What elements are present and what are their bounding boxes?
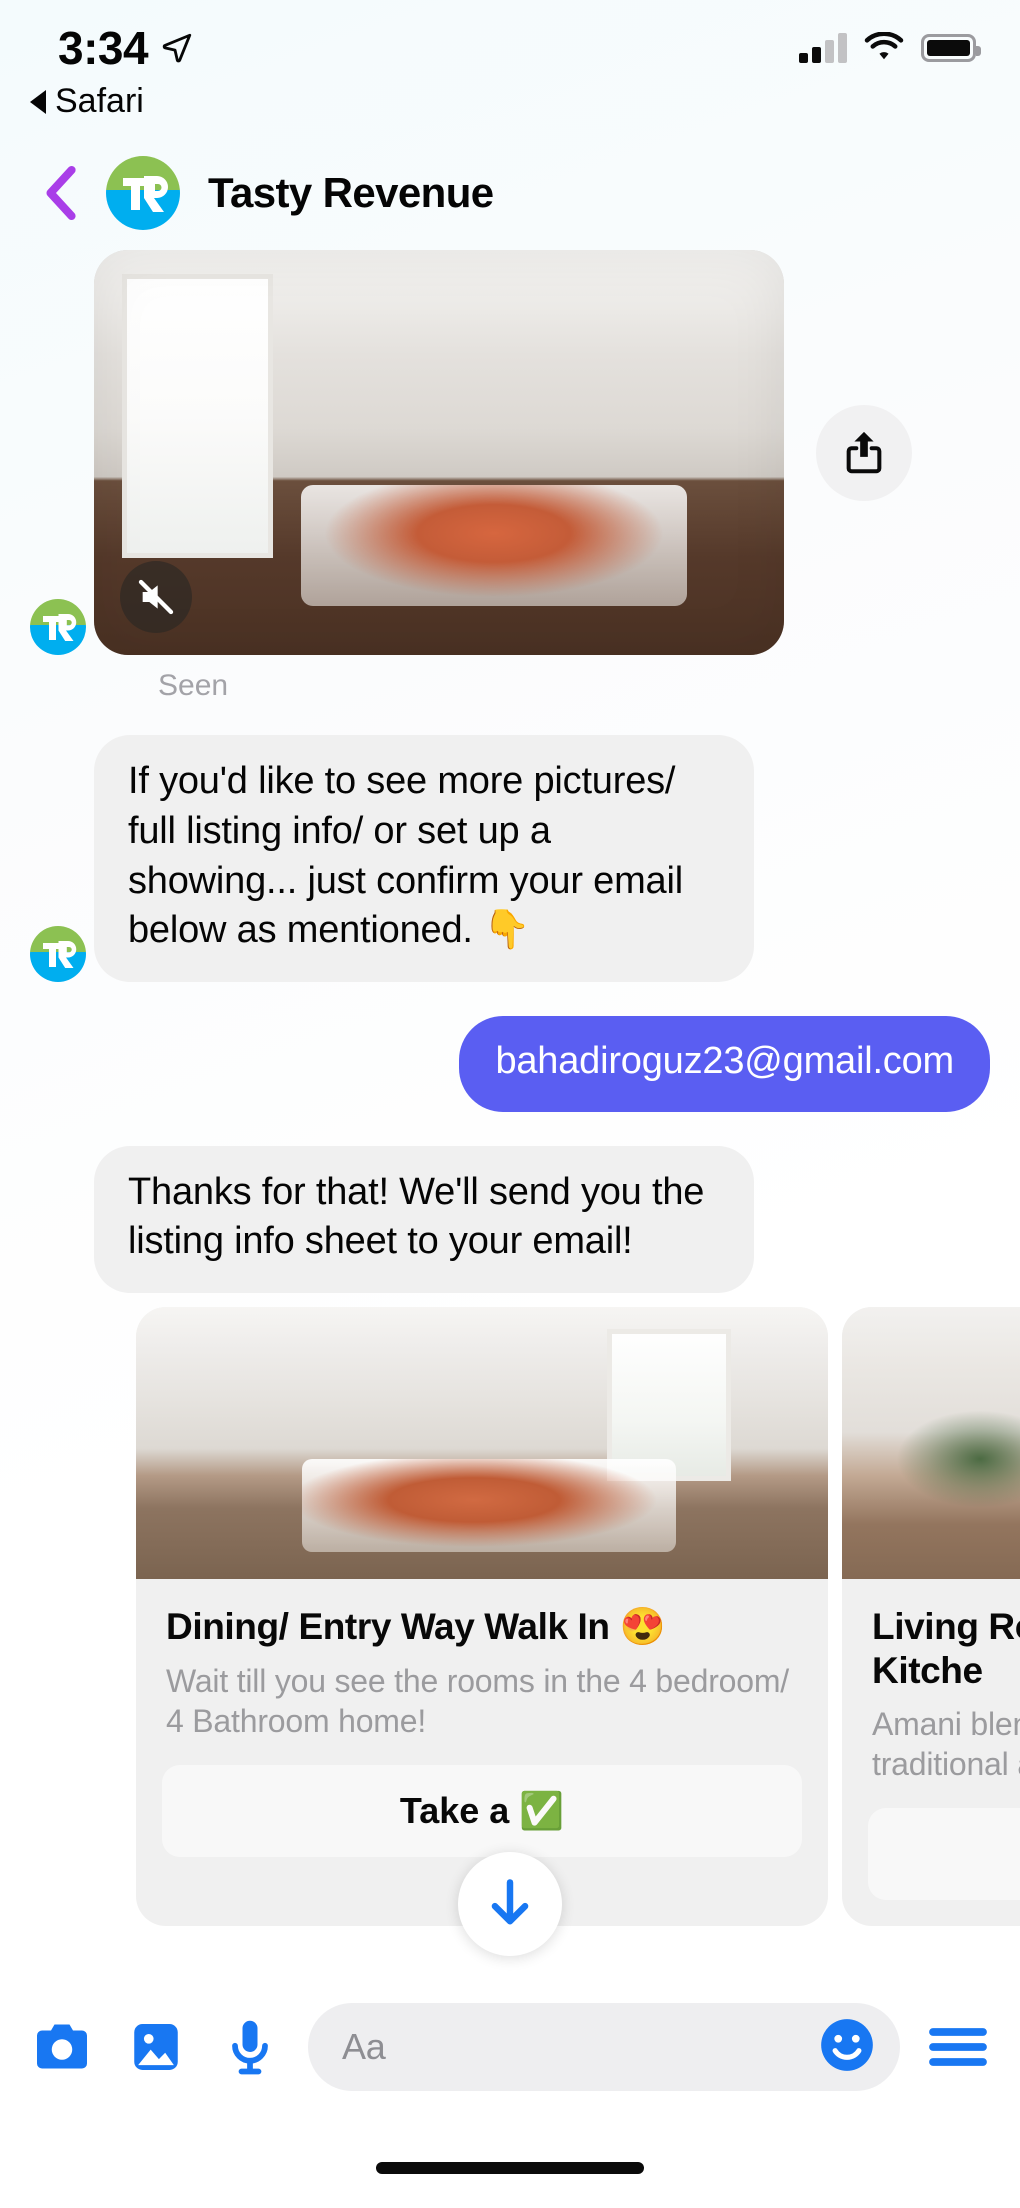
status-bar-time: 3:34 bbox=[58, 22, 149, 74]
microphone-button[interactable] bbox=[214, 2011, 286, 2083]
smiley-face-icon bbox=[821, 2018, 873, 2071]
microphone-icon bbox=[232, 2020, 268, 2075]
battery-full-icon bbox=[921, 34, 981, 62]
message-row-video bbox=[0, 250, 1020, 655]
page-title: Tasty Revenue bbox=[208, 169, 494, 216]
carousel-card[interactable]: Dining/ Entry Way Walk In 😍 Wait till yo… bbox=[136, 1307, 828, 1927]
chat-header: Tasty Revenue bbox=[0, 140, 1020, 246]
wifi-icon bbox=[864, 32, 904, 60]
tr-logo-icon bbox=[43, 614, 77, 641]
tr-logo-icon bbox=[123, 176, 168, 212]
message-row-incoming: Thanks for that! We'll send you the list… bbox=[0, 1145, 1020, 1294]
status-badge: Seen bbox=[158, 669, 229, 702]
listing-carousel[interactable]: Dining/ Entry Way Walk In 😍 Wait till yo… bbox=[0, 1307, 1020, 1927]
share-upload-icon bbox=[846, 431, 882, 473]
speaker-muted-glyph bbox=[138, 579, 174, 615]
card-body: Dining/ Entry Way Walk In 😍 Wait till yo… bbox=[136, 1579, 828, 1745]
message-composer: Aa bbox=[0, 1978, 1020, 2116]
photo-gallery-icon bbox=[134, 2024, 178, 2070]
card-subtitle: Wait till you see the rooms in the 4 bed… bbox=[166, 1662, 790, 1739]
home-indicator bbox=[376, 2162, 644, 2174]
card-image[interactable] bbox=[842, 1307, 1020, 1580]
message-input-placeholder: Aa bbox=[342, 2026, 386, 2067]
messenger-chat-screen: 3:34 Safari Tasty Revenue Seen If you'd … bbox=[0, 0, 1020, 2208]
card-image[interactable] bbox=[136, 1307, 828, 1580]
status-bar-time-group: 3:34 bbox=[58, 21, 194, 75]
card-cta-button[interactable]: Take a ✅ bbox=[162, 1764, 802, 1857]
message-input[interactable]: Aa bbox=[308, 2003, 900, 2091]
back-triangle-icon bbox=[30, 89, 46, 114]
message-row-incoming: If you'd like to see more pictures/ full… bbox=[0, 735, 1020, 983]
message-bubble[interactable]: Thanks for that! We'll send you the list… bbox=[94, 1145, 754, 1294]
message-bubble[interactable]: bahadiroguz23@gmail.com bbox=[459, 1016, 990, 1112]
card-title: Living Ro to Kitche bbox=[872, 1606, 1020, 1691]
card-cta-button[interactable] bbox=[868, 1808, 1020, 1901]
status-bar-indicators bbox=[799, 32, 981, 64]
camera-button[interactable] bbox=[26, 2011, 98, 2083]
avatar bbox=[30, 599, 86, 655]
camera-icon bbox=[37, 2024, 87, 2069]
chevron-left-icon bbox=[46, 165, 76, 221]
location-arrow-icon bbox=[162, 33, 192, 63]
scroll-to-bottom-button[interactable] bbox=[458, 1852, 562, 1956]
arrow-down-icon bbox=[491, 1879, 529, 1925]
card-body: Living Ro to Kitche Amani blen tradition… bbox=[842, 1579, 1020, 1788]
back-to-app-label: Safari bbox=[55, 82, 144, 120]
hamburger-menu-icon bbox=[929, 2028, 987, 2066]
speaker-muted-icon[interactable] bbox=[120, 561, 192, 633]
card-subtitle: Amani blen traditional a bbox=[872, 1706, 1020, 1783]
menu-button[interactable] bbox=[922, 2011, 994, 2083]
card-title: Dining/ Entry Way Walk In 😍 bbox=[166, 1606, 666, 1648]
message-bubble[interactable]: If you'd like to see more pictures/ full… bbox=[94, 735, 754, 983]
status-bar: 3:34 bbox=[0, 0, 1020, 96]
gallery-button[interactable] bbox=[120, 2011, 192, 2083]
message-thread[interactable]: Seen If you'd like to see more pictures/… bbox=[0, 250, 1020, 1978]
avatar[interactable] bbox=[106, 156, 180, 230]
emoji-button[interactable] bbox=[816, 2014, 878, 2081]
image-vignette bbox=[94, 250, 784, 655]
cellular-signal-icon bbox=[799, 33, 847, 63]
share-button[interactable] bbox=[816, 404, 912, 501]
card-image-photo bbox=[842, 1307, 1020, 1580]
video-message-thumbnail[interactable] bbox=[94, 250, 784, 655]
message-row-outgoing: bahadiroguz23@gmail.com bbox=[0, 1016, 1020, 1112]
avatar bbox=[30, 926, 86, 983]
carousel-card[interactable]: Living Ro to Kitche Amani blen tradition… bbox=[842, 1307, 1020, 1927]
card-image-photo bbox=[136, 1307, 828, 1580]
tr-logo-icon bbox=[43, 941, 77, 969]
back-to-app-link[interactable]: Safari bbox=[30, 82, 144, 121]
back-button[interactable] bbox=[30, 161, 94, 225]
